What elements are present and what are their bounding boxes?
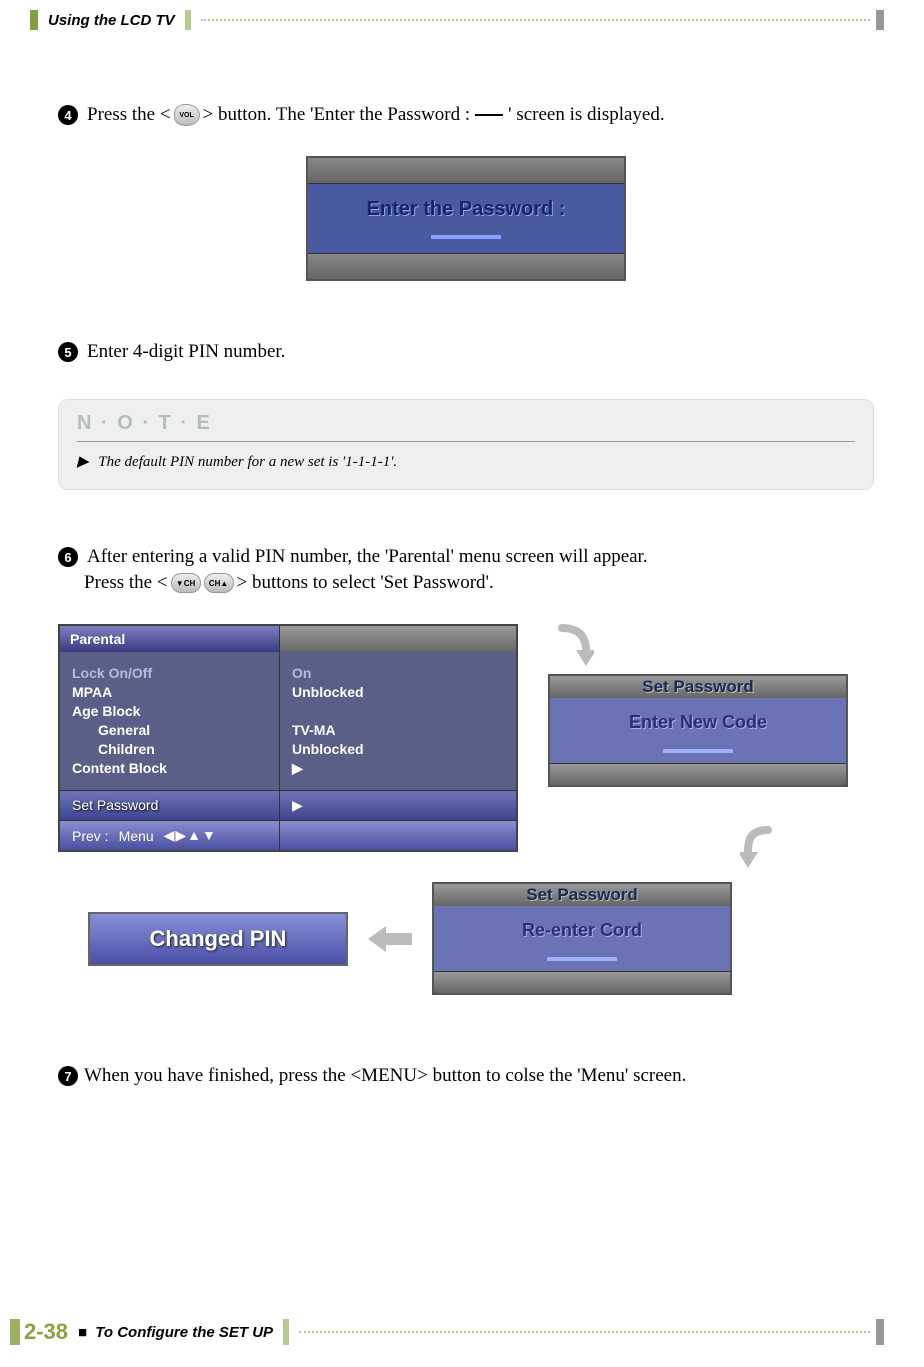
- val-general: TV-MA: [292, 722, 504, 738]
- menu-label: Menu: [119, 828, 154, 844]
- mi-general: General: [72, 722, 267, 738]
- page-footer: 2-38 ■ To Configure the SET UP: [0, 1319, 924, 1345]
- footer-tick: [283, 1319, 289, 1345]
- vol-up-icon: VOL: [174, 104, 200, 126]
- header-accent: [30, 10, 38, 30]
- val-setpwd: ▶: [280, 791, 516, 820]
- step-4-text-c: ' screen is displayed.: [508, 104, 664, 126]
- osd-bottom-bar: [308, 253, 624, 279]
- step-4: 4 Press the < VOL > button. The 'Enter t…: [58, 104, 874, 126]
- step-4-text-a: Press the <: [87, 104, 171, 126]
- val-mpaa: Unblocked: [292, 684, 504, 700]
- footer-dots: [299, 1331, 870, 1333]
- mi-lock: Lock On/Off: [72, 665, 267, 681]
- step-7-text: When you have finished, press the <MENU>…: [84, 1065, 686, 1087]
- step-6-line2b: > buttons to select 'Set Password'.: [237, 572, 494, 594]
- osd-top-bar: [308, 158, 624, 184]
- page-number: 2-38: [24, 1319, 68, 1345]
- ch-up-icon: CH▲: [204, 573, 234, 593]
- mi-mpaa: MPAA: [72, 684, 267, 700]
- page-header: Using the LCD TV: [30, 10, 884, 30]
- mi-setpwd: Set Password: [60, 791, 280, 820]
- nav-arrows-icon: ◀▶▲▼: [164, 827, 217, 844]
- step-5: 5 Enter 4-digit PIN number.: [58, 341, 874, 363]
- left-arrow-icon: [368, 924, 412, 954]
- step-6-line2a: Press the <: [84, 572, 168, 594]
- step-4-number: 4: [58, 105, 78, 125]
- note-bullet-icon: ▶: [77, 454, 89, 470]
- val-age-blank: [292, 703, 504, 719]
- step-6-number: 6: [58, 547, 78, 567]
- note-body-text: The default PIN number for a new set is …: [98, 454, 397, 470]
- menus-flow-row-2: Changed PIN Set Password Re-enter Cord: [58, 882, 874, 995]
- osd-input-slot: [431, 235, 501, 239]
- flow-right-col: Set Password Enter New Code: [548, 624, 848, 787]
- parental-titlebar: Parental: [60, 626, 516, 652]
- curved-arrow-icon: [558, 624, 594, 668]
- ch-down-icon: ▼CH: [171, 573, 201, 593]
- parental-prevbar: Prev : Menu ◀▶▲▼: [60, 820, 516, 850]
- osd-sp2-foot: [434, 971, 730, 993]
- page-content: 4 Press the < VOL > button. The 'Enter t…: [30, 104, 884, 1087]
- note-box: N · O · T · E ▶ The default PIN number f…: [58, 399, 874, 490]
- step-7: 7 When you have finished, press the <MEN…: [58, 1065, 874, 1087]
- curved-arrow-icon-2: [740, 826, 776, 870]
- parental-title: Parental: [60, 626, 280, 652]
- header-dots: [201, 19, 870, 21]
- val-content: ▶: [292, 760, 504, 777]
- changed-pin-banner: Changed PIN: [88, 912, 348, 966]
- header-end: [876, 10, 884, 30]
- prev-label: Prev :: [72, 828, 109, 844]
- mi-age: Age Block: [72, 703, 267, 719]
- footer-section: ■ To Configure the SET UP: [78, 1324, 273, 1341]
- step-6-line1: After entering a valid PIN number, the '…: [87, 546, 648, 568]
- val-children: Unblocked: [292, 741, 504, 757]
- section-title: Using the LCD TV: [38, 12, 185, 29]
- osd-set-password-1: Set Password Enter New Code: [548, 674, 848, 787]
- step-5-text: Enter 4-digit PIN number.: [87, 341, 285, 363]
- osd-sp1-slot: [663, 749, 733, 753]
- osd-enter-password: Enter the Password :: [306, 156, 626, 281]
- osd-sp2-title: Set Password: [434, 884, 730, 906]
- osd-set-password-2: Set Password Re-enter Cord: [432, 882, 732, 995]
- osd-sp2-slot: [547, 957, 617, 961]
- footer-accent: [10, 1319, 20, 1345]
- note-header: N · O · T · E: [77, 412, 855, 442]
- step-5-number: 5: [58, 342, 78, 362]
- mi-content: Content Block: [72, 760, 267, 776]
- footer-end: [876, 1319, 884, 1345]
- mi-setpwd-row: Set Password ▶: [60, 790, 516, 820]
- footer-section-text: To Configure the SET UP: [95, 1324, 273, 1341]
- osd-sp1-foot: [550, 763, 846, 785]
- blank-dash-icon: [475, 114, 503, 116]
- footer-square-icon: ■: [78, 1324, 87, 1341]
- osd-sp1-label: Enter New Code: [550, 712, 846, 733]
- osd-sp1-title: Set Password: [550, 676, 846, 698]
- step-4-text-b: > button. The 'Enter the Password :: [203, 104, 471, 126]
- step-7-number: 7: [58, 1066, 78, 1086]
- osd-sp2-label: Re-enter Cord: [434, 920, 730, 941]
- menus-flow-row-1: Parental Lock On/Off MPAA Age Block Gene…: [58, 624, 874, 852]
- parental-menu: Parental Lock On/Off MPAA Age Block Gene…: [58, 624, 518, 852]
- val-lock: On: [292, 665, 504, 681]
- header-tick: [185, 10, 191, 30]
- mi-children: Children: [72, 741, 267, 757]
- osd-enter-label: Enter the Password :: [308, 198, 624, 221]
- step-6: 6 After entering a valid PIN number, the…: [58, 546, 874, 594]
